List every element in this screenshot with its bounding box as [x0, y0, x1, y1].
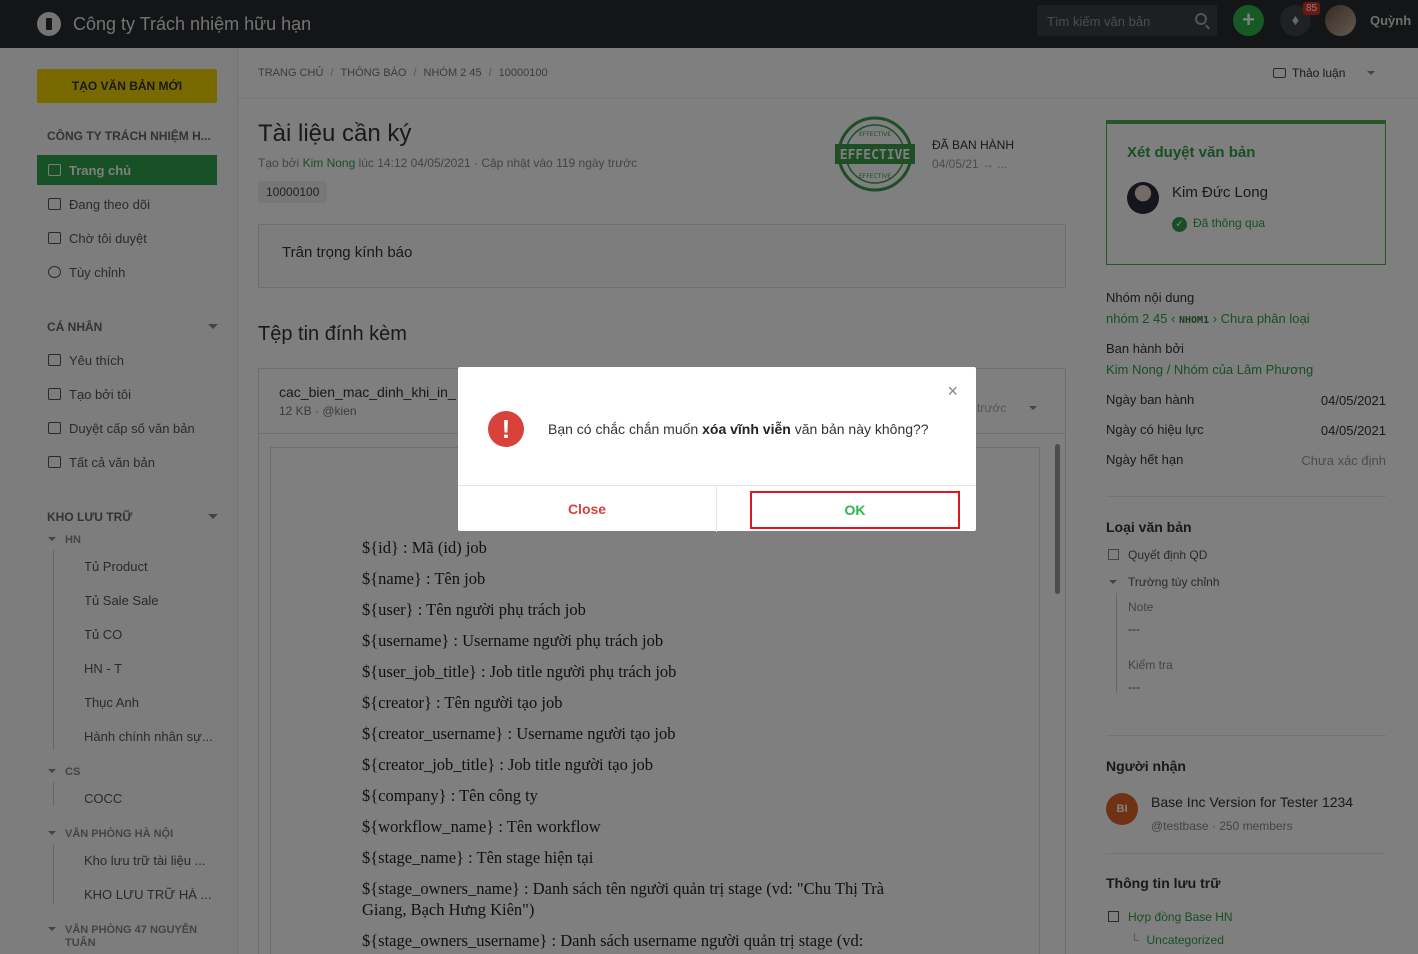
ok-button[interactable]: OK — [750, 491, 960, 529]
warning-icon: ! — [488, 411, 524, 447]
dialog-footer: Close OK — [458, 485, 976, 532]
close-icon[interactable]: × — [947, 381, 958, 402]
close-button[interactable]: Close — [458, 486, 717, 532]
confirm-dialog: × ! Bạn có chắc chắn muốn xóa vĩnh viễn … — [458, 367, 976, 532]
dialog-message: Bạn có chắc chắn muốn xóa vĩnh viễn văn … — [548, 421, 929, 437]
